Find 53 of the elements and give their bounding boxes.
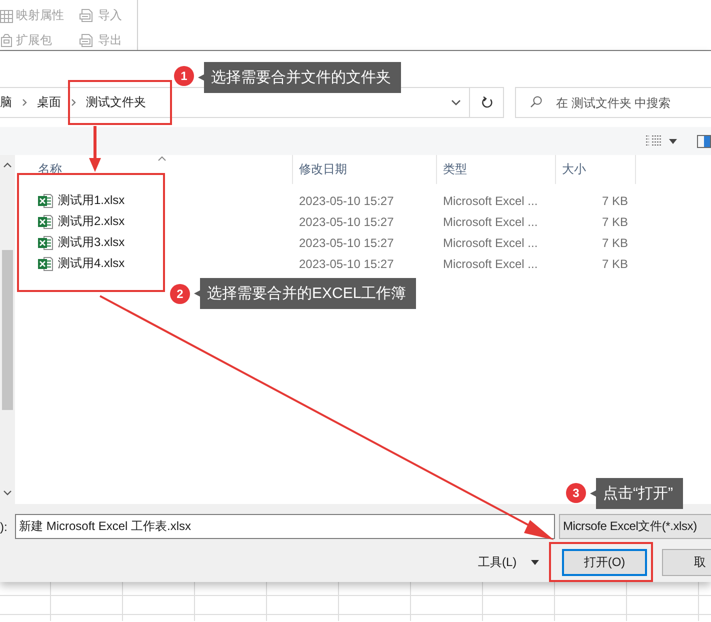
chevron-up-icon (3, 162, 12, 168)
table-cell: 7 KB (602, 256, 628, 270)
document-icon (79, 8, 95, 23)
spreadsheet-file-icon (38, 194, 53, 208)
table-cell: 2023-05-10 15:27 (299, 236, 394, 250)
document-icon (79, 32, 95, 48)
grid-icon (0, 8, 13, 22)
chevron-down-icon (3, 490, 12, 496)
filename-field[interactable]: 新建 Microsoft Excel 工作表.xlsx (15, 514, 555, 539)
spreadsheet-file-icon (38, 214, 53, 228)
table-cell: 2023-05-10 15:27 (299, 256, 394, 270)
table-cell: Microsoft Excel ... (443, 214, 538, 228)
search-field[interactable]: 在 测试文件夹 中搜索 (515, 87, 711, 118)
field-label: ): (0, 520, 8, 534)
arrow (89, 126, 101, 172)
chevron-right-icon (21, 98, 28, 107)
preview-pane-icon[interactable] (697, 134, 711, 148)
column-header[interactable]: 大小 (562, 162, 586, 176)
caret-icon[interactable] (669, 138, 677, 144)
caret-icon (530, 560, 539, 564)
column-header[interactable]: 类型 (443, 162, 467, 176)
breadcrumb-item[interactable]: 桌面 (37, 94, 61, 111)
spreadsheet-file-icon (38, 256, 53, 270)
breadcrumb-item[interactable]: 脑 (0, 94, 12, 111)
file-name[interactable]: 测试用3.xlsx (58, 234, 125, 251)
table-cell: Microsoft Excel ... (443, 236, 538, 250)
table-cell: 2023-05-10 15:27 (299, 214, 394, 228)
breadcrumb-item[interactable]: 测试文件夹 (86, 94, 146, 111)
chevron-right-icon (70, 98, 77, 107)
callout: 选择需要合并文件的文件夹 (198, 62, 401, 93)
callout: 选择需要合并的EXCEL工作簿 (194, 278, 416, 309)
file-type-dropdown[interactable]: Micrsofe Excel文件(*.xlsx) (559, 514, 711, 539)
table-cell: 7 KB (602, 194, 628, 208)
column-header[interactable]: 修改日期 (299, 162, 347, 176)
scrollbar-thumb[interactable] (2, 250, 13, 410)
table-cell: Microsoft Excel ... (443, 194, 538, 208)
table-cell: Microsoft Excel ... (443, 256, 538, 270)
file-name[interactable]: 测试用4.xlsx (58, 255, 125, 272)
view-list-icon[interactable] (645, 134, 663, 148)
callout: 点击“打开” (590, 478, 683, 509)
tools-button[interactable]: 工具(L) (478, 554, 545, 570)
table-cell: 7 KB (602, 236, 628, 250)
spreadsheet-file-icon (38, 236, 53, 250)
table-cell: 7 KB (602, 214, 628, 228)
file-name[interactable]: 测试用2.xlsx (58, 213, 125, 230)
refresh-icon[interactable] (480, 96, 493, 109)
search-icon (530, 96, 542, 108)
package-icon (0, 33, 13, 47)
dialog-button[interactable]: 打开(O) (562, 548, 647, 576)
table-cell: 2023-05-10 15:27 (299, 194, 394, 208)
file-name[interactable]: 测试用1.xlsx (58, 192, 125, 209)
dialog-button[interactable]: 取 (662, 548, 711, 576)
dropdown-chevron-icon[interactable] (451, 99, 462, 106)
